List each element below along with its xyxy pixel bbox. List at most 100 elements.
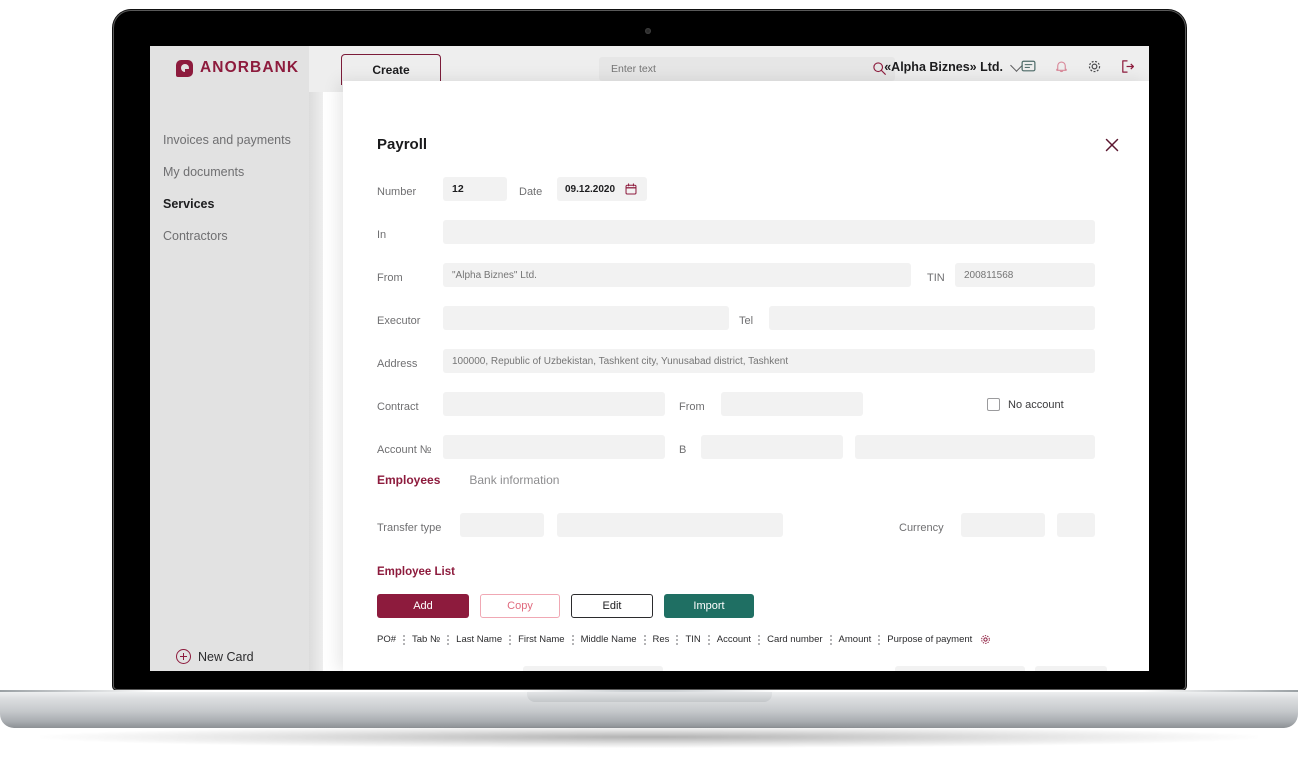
transfer-detail-input[interactable] xyxy=(557,513,783,537)
sidebar-item-services[interactable]: Services xyxy=(150,188,309,220)
sidebar-divider xyxy=(309,46,323,671)
calendar-icon[interactable] xyxy=(625,183,637,195)
laptop-camera xyxy=(645,28,651,34)
column-drag-handle[interactable] xyxy=(571,634,574,645)
anorbank-logo-icon xyxy=(176,59,193,77)
date-input[interactable]: 09.12.2020 xyxy=(557,177,647,201)
form-row-account: Account № B xyxy=(343,431,1149,474)
column-header-first-name[interactable]: First Name xyxy=(518,634,564,645)
account-input[interactable] xyxy=(443,435,665,459)
close-icon[interactable] xyxy=(1103,136,1121,154)
employee-list-title: Employee List xyxy=(377,566,455,578)
column-header-tin[interactable]: TIN xyxy=(685,634,700,645)
contract-input[interactable] xyxy=(443,392,665,416)
date-label: Date xyxy=(519,186,543,198)
laptop-shadow xyxy=(40,726,1258,748)
sidebar-item-invoices-and-payments[interactable]: Invoices and payments xyxy=(150,124,309,156)
app-logo: ANORBANK xyxy=(176,59,299,77)
table-cell-field[interactable] xyxy=(895,666,1025,671)
table-settings-gear-icon[interactable] xyxy=(980,634,991,645)
column-drag-handle[interactable] xyxy=(643,634,646,645)
b-label: B xyxy=(679,444,687,456)
search-box[interactable] xyxy=(599,57,895,81)
topbar-icons xyxy=(1021,59,1135,74)
address-label: Address xyxy=(377,358,418,370)
sidebar: ANORBANK Invoices and payments My docume… xyxy=(150,46,309,671)
contract-label: Contract xyxy=(377,401,419,413)
column-header-res[interactable]: Res xyxy=(653,634,670,645)
contract-from-label: From xyxy=(679,401,705,413)
form-row-address: Address xyxy=(343,345,1149,388)
form-row-number-date: Number Date 09.12.2020 xyxy=(343,173,1149,216)
column-drag-handle[interactable] xyxy=(878,634,881,645)
b-extra-input[interactable] xyxy=(855,435,1095,459)
tin-input[interactable] xyxy=(955,263,1095,287)
new-card-label: New Card xyxy=(198,649,254,664)
tab-employees[interactable]: Employees xyxy=(377,473,440,487)
no-account-checkbox-row[interactable]: No account xyxy=(987,398,1064,411)
account-label: Account № xyxy=(377,444,432,456)
column-drag-handle[interactable] xyxy=(509,634,512,645)
gear-icon[interactable] xyxy=(1087,59,1102,74)
import-button[interactable]: Import xyxy=(664,594,754,618)
column-header-middle-name[interactable]: Middle Name xyxy=(581,634,637,645)
currency-code-input[interactable] xyxy=(1057,513,1095,537)
copy-button[interactable]: Copy xyxy=(480,594,560,618)
modal-title: Payroll xyxy=(377,136,428,153)
payroll-form: Number Date 09.12.2020 xyxy=(343,173,1149,474)
column-header-purpose-of-payment[interactable]: Purpose of payment xyxy=(887,634,972,645)
employee-table-header: PO# Tab № Last Name First Name Middle Na… xyxy=(377,634,991,645)
laptop-screen: ANORBANK Invoices and payments My docume… xyxy=(150,46,1149,671)
tel-input[interactable] xyxy=(769,306,1095,330)
column-drag-handle[interactable] xyxy=(447,634,450,645)
number-label: Number xyxy=(377,186,417,198)
modal-tabs: Employees Bank information xyxy=(377,473,559,487)
logo-text: ANORBANK xyxy=(200,59,300,76)
table-cell-field[interactable] xyxy=(1035,666,1107,671)
tab-bank-information[interactable]: Bank information xyxy=(469,473,559,487)
sidebar-item-contractors[interactable]: Contractors xyxy=(150,220,309,252)
column-header-amount[interactable]: Amount xyxy=(839,634,872,645)
column-drag-handle[interactable] xyxy=(403,634,406,645)
company-name: «Alpha Biznes» Ltd. xyxy=(884,60,1003,74)
application-window: ANORBANK Invoices and payments My docume… xyxy=(150,46,1149,671)
number-input[interactable] xyxy=(443,177,507,201)
column-header-po[interactable]: PO# xyxy=(377,634,396,645)
sidebar-item-my-documents[interactable]: My documents xyxy=(150,156,309,188)
column-drag-handle[interactable] xyxy=(829,634,832,645)
b-input[interactable] xyxy=(701,435,843,459)
column-drag-handle[interactable] xyxy=(676,634,679,645)
table-cell-field[interactable] xyxy=(523,666,663,671)
company-selector[interactable]: «Alpha Biznes» Ltd. xyxy=(884,58,1023,74)
bell-icon[interactable] xyxy=(1054,59,1069,74)
laptop-base xyxy=(0,690,1298,728)
column-header-last-name[interactable]: Last Name xyxy=(456,634,502,645)
payroll-modal: Payroll Number Date 09.12.2020 xyxy=(343,81,1149,671)
currency-input[interactable] xyxy=(961,513,1045,537)
in-input[interactable] xyxy=(443,220,1095,244)
address-input[interactable] xyxy=(443,349,1095,373)
search-input[interactable] xyxy=(609,62,863,76)
column-header-account[interactable]: Account xyxy=(717,634,751,645)
message-icon[interactable] xyxy=(1021,59,1036,74)
logout-icon[interactable] xyxy=(1120,59,1135,74)
tel-label: Tel xyxy=(739,315,754,327)
no-account-checkbox[interactable] xyxy=(987,398,1000,411)
column-header-card-number[interactable]: Card number xyxy=(767,634,822,645)
column-header-tab-no[interactable]: Tab № xyxy=(412,634,440,645)
from-input[interactable] xyxy=(443,263,911,287)
new-card-button[interactable]: New Card xyxy=(176,649,254,664)
sidebar-nav: Invoices and payments My documents Servi… xyxy=(150,124,309,252)
table-row-fields-partial xyxy=(343,666,1149,671)
edit-button[interactable]: Edit xyxy=(571,594,653,618)
column-drag-handle[interactable] xyxy=(758,634,761,645)
laptop-mockup: ANORBANK Invoices and payments My docume… xyxy=(0,0,1298,760)
form-row-contract: Contract From No account xyxy=(343,388,1149,431)
employee-list-actions: Add Copy Edit Import xyxy=(377,594,754,618)
transfer-type-input[interactable] xyxy=(460,513,544,537)
executor-input[interactable] xyxy=(443,306,729,330)
column-drag-handle[interactable] xyxy=(707,634,710,645)
add-button[interactable]: Add xyxy=(377,594,469,618)
contract-from-input[interactable] xyxy=(721,392,863,416)
form-row-executor-tel: Executor Tel xyxy=(343,302,1149,345)
